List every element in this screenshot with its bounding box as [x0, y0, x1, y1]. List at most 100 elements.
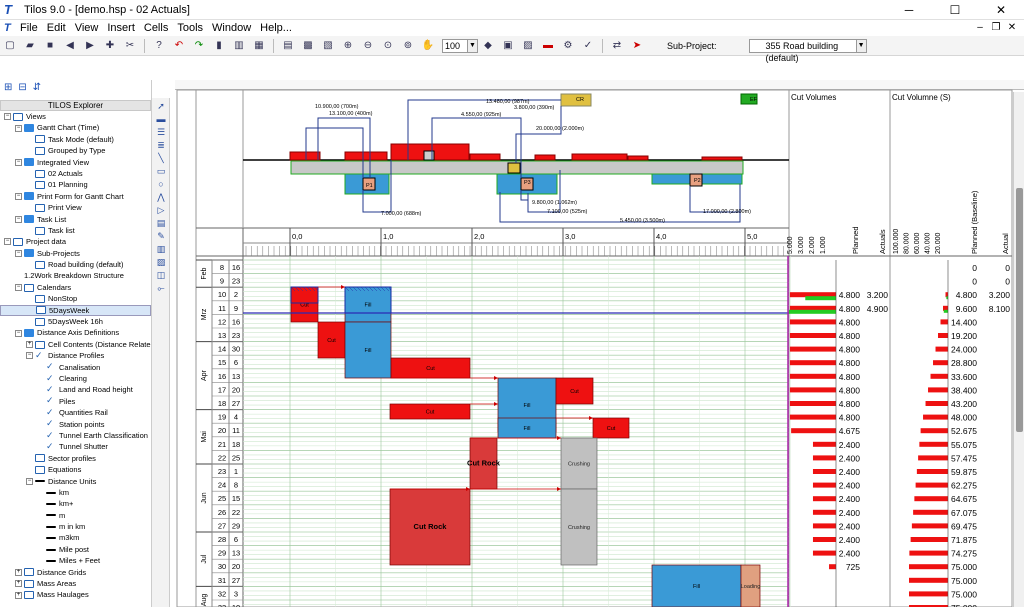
actual-value: 4.900 — [867, 304, 889, 314]
planned-value: 4.800 — [839, 358, 861, 368]
week-day: 30 — [232, 345, 240, 354]
planned-volume-bar — [791, 428, 836, 434]
distance-tick-label: 4,0 — [656, 232, 666, 241]
planned-value: 2.400 — [839, 494, 861, 504]
column-header: Actuals — [878, 229, 887, 254]
planned-value: 4.800 — [839, 304, 861, 314]
cumulative-volume-bar — [933, 360, 948, 366]
cut-profile-area — [534, 154, 556, 161]
planned-volume-bar — [812, 550, 836, 556]
week-day: 15 — [232, 494, 240, 503]
week-number: 30 — [218, 562, 226, 571]
planned-baseline-value: 9.600 — [956, 304, 978, 314]
planned-volume-bar — [789, 346, 836, 352]
haulage-label: 10.900,00 (700m) — [315, 104, 359, 110]
cumulative-volume-bar — [930, 373, 948, 379]
planned-baseline-value: 64.675 — [951, 494, 977, 504]
planned-volume-bar — [812, 509, 836, 515]
cumulative-volume-bar — [910, 537, 948, 542]
planned-volume-bar — [812, 537, 836, 542]
activity-label: Cut — [607, 426, 616, 432]
cut-profile-area — [344, 151, 388, 161]
activity-label: Fill — [523, 426, 530, 432]
activity-label: Fill — [364, 303, 371, 309]
week-number: 21 — [218, 440, 226, 449]
distance-tick-label: 2,0 — [474, 232, 484, 241]
haulage-label: P2 — [694, 178, 701, 184]
week-day: 6 — [234, 535, 238, 544]
planned-baseline-value: 75.000 — [951, 589, 977, 599]
week-number: 18 — [218, 399, 226, 408]
week-day: 3 — [234, 589, 238, 598]
planned-volume-bar — [812, 441, 836, 447]
planned-volume-bar — [812, 496, 836, 502]
actual-volume-bar — [805, 296, 836, 301]
planned-volume-bar — [789, 319, 836, 325]
planned-baseline-value: 14.400 — [951, 317, 977, 327]
distance-tick-label: 1,0 — [383, 232, 393, 241]
cumulative-volume-bar — [923, 414, 948, 420]
actual-cumulative-value: 0 — [1005, 277, 1010, 287]
haulage-label: 5.450,00 (3.500m) — [620, 218, 665, 224]
planned-baseline-value: 57.475 — [951, 453, 977, 463]
haulage-label: 9.800,00 (1.062m) — [532, 200, 577, 206]
cumulative-volume-bar — [911, 523, 948, 529]
axis-tick-label: 20.000 — [935, 232, 942, 254]
planned-baseline-value: 71.875 — [951, 535, 977, 545]
vertical-scrollbar[interactable] — [1013, 92, 1024, 607]
cumulative-volume-bar — [925, 401, 948, 406]
planned-value: 2.400 — [839, 521, 861, 531]
planned-value: 4.800 — [839, 331, 861, 341]
week-day: 13 — [232, 549, 240, 558]
planned-value: 4.800 — [839, 317, 861, 327]
planned-value: 4.800 — [839, 372, 861, 382]
month-label: Jun — [201, 492, 208, 503]
planned-value: 4.675 — [839, 426, 861, 436]
cumulative-volume-bar — [913, 509, 948, 515]
planned-value: 4.800 — [839, 399, 861, 409]
actual-cumulative-value: 0 — [1005, 263, 1010, 273]
planned-value: 2.400 — [839, 549, 861, 559]
haulage-label: P1 — [366, 183, 373, 189]
haulage-label: 17.000,00 (2.800m) — [703, 209, 751, 215]
haulage-label: 4.550,00 (925m) — [461, 112, 502, 118]
week-number: 12 — [218, 317, 226, 326]
planned-baseline-value: 33.600 — [951, 372, 977, 382]
cumulative-volume-bar — [919, 441, 948, 447]
haulage-label: EF — [750, 97, 758, 103]
planned-value: 725 — [846, 562, 860, 572]
planned-baseline-value: 75.000 — [951, 576, 977, 586]
planned-value: 2.400 — [839, 467, 861, 477]
cumulative-volume-bar — [918, 455, 948, 461]
axis-tick-label: 100.000 — [893, 229, 900, 254]
distance-tick-label: 3,0 — [565, 232, 575, 241]
planned-volume-bar — [812, 469, 836, 474]
week-number: 17 — [218, 385, 226, 394]
activity-label: Crushing — [568, 462, 590, 468]
actual-cumulative-value: 8.100 — [989, 304, 1011, 314]
scrollbar-thumb[interactable] — [1016, 188, 1023, 432]
distance-tick-label: 5,0 — [747, 232, 757, 241]
activity-label: Fill — [523, 403, 530, 409]
week-day: 10 — [232, 603, 240, 607]
planned-volume-bar — [829, 564, 836, 570]
week-day: 9 — [234, 304, 238, 313]
week-number: 25 — [218, 494, 226, 503]
activity-label: Cut — [426, 410, 435, 416]
distance-tick-label: 0,0 — [292, 232, 302, 241]
cut-profile-area — [469, 153, 501, 161]
week-number: 23 — [218, 467, 226, 476]
activity-label: Cut Rock — [414, 522, 448, 531]
planned-volume-bar — [789, 373, 836, 379]
haulage-label: 7.100,00 (525m) — [547, 209, 588, 215]
planned-baseline-value: 4.800 — [956, 290, 978, 300]
cumulative-volume-bar — [915, 482, 948, 488]
planned-baseline-value: 75.000 — [951, 562, 977, 572]
planned-baseline-value: 52.675 — [951, 426, 977, 436]
cut-volumes-title: Cut Volumes — [791, 93, 836, 102]
week-day: 1 — [234, 467, 238, 476]
week-day: 4 — [234, 413, 238, 422]
activity-label: Fill — [364, 348, 371, 354]
week-day: 20 — [232, 562, 240, 571]
planned-value: 2.400 — [839, 508, 861, 518]
